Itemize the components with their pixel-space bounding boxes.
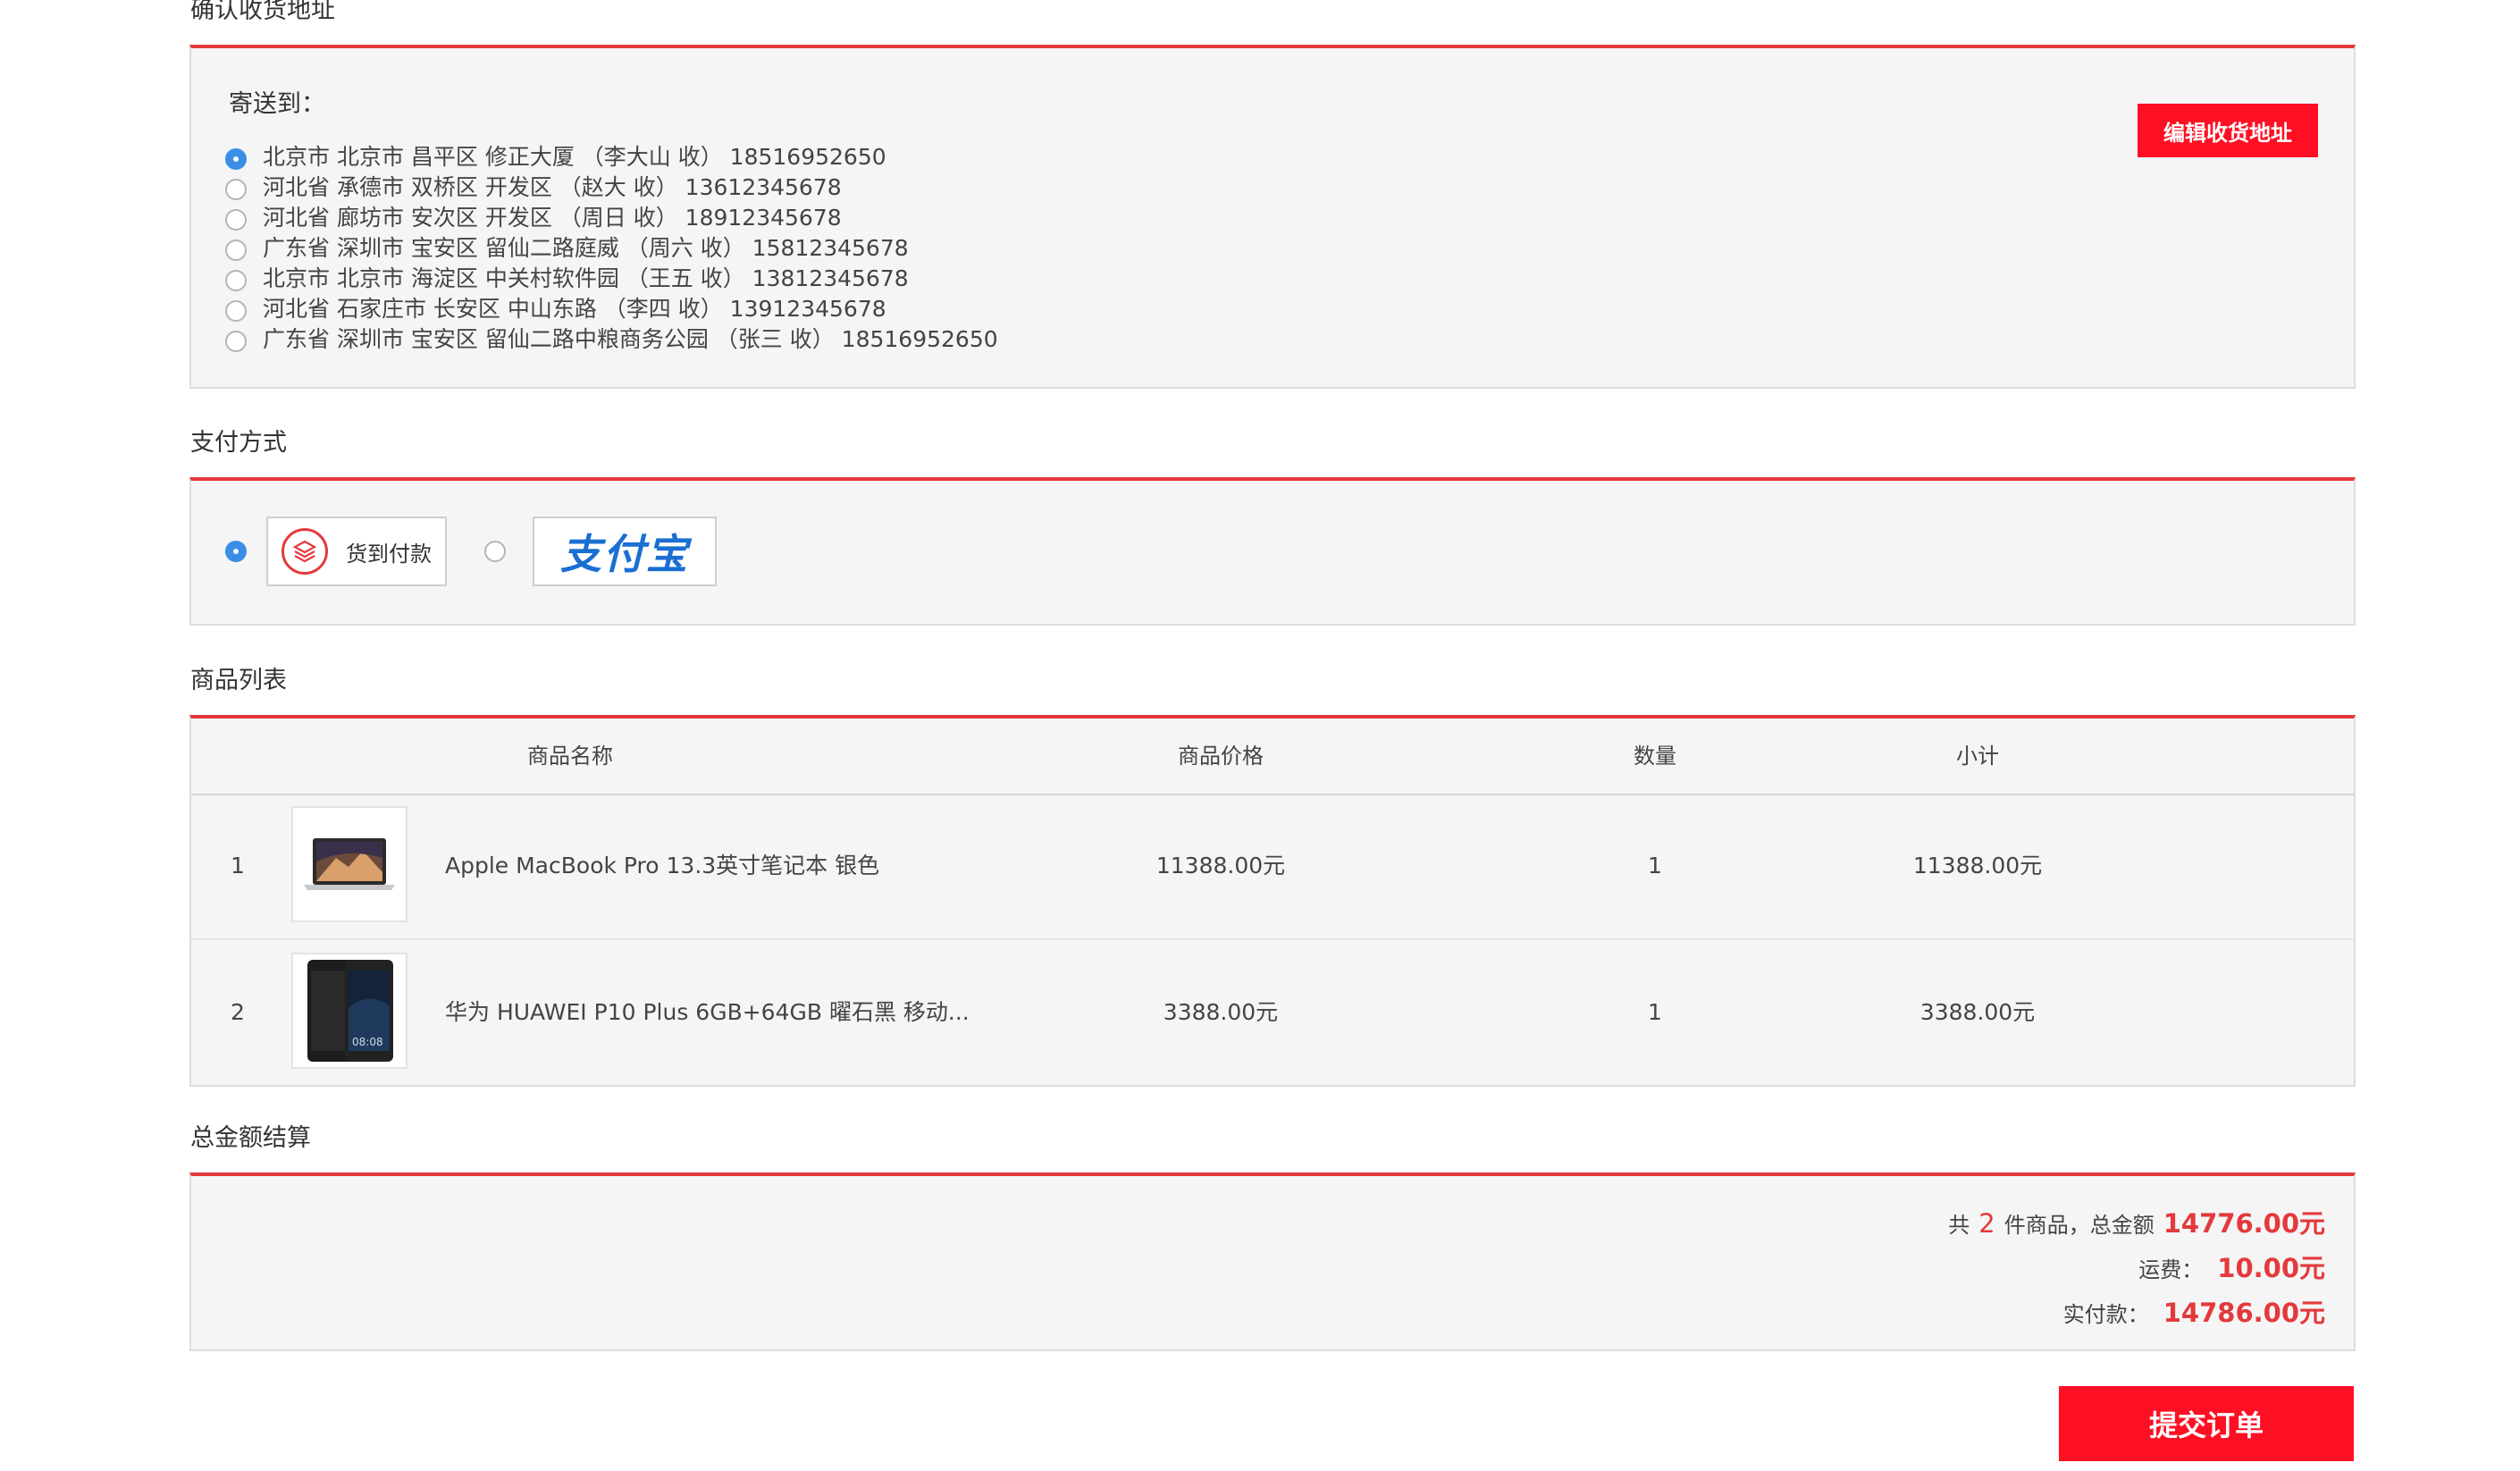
address-radio[interactable] [225, 209, 247, 231]
address-text: 河北省 承德市 双桥区 开发区 （赵大 收） 13612345678 [263, 174, 842, 200]
pay-total-label: 实付款： [2062, 1302, 2149, 1327]
cod-box[interactable]: 货到付款 [266, 517, 447, 586]
address-radio[interactable] [225, 240, 247, 261]
products-panel: 商品名称 商品价格 数量 小计 1 Apple MacBook Pro 13.3… [189, 715, 2356, 1087]
payment-panel: 货到付款 支付宝 [189, 477, 2356, 626]
product-subtotal: 11388.00元 [1912, 853, 2043, 878]
product-subtotal: 3388.00元 [1919, 999, 2036, 1025]
address-radio[interactable] [225, 179, 247, 200]
address-text: 北京市 北京市 昌平区 修正大厦 （李大山 收） 18516952650 [263, 144, 886, 170]
table-row: 2 08:08 华为 HUAWEI P10 Plus 6GB+64GB 曜石黑 … [191, 940, 2354, 1085]
product-qty: 1 [1648, 853, 1662, 878]
svg-text:08:08: 08:08 [352, 1036, 383, 1048]
address-option[interactable]: 河北省 承德市 双桥区 开发区 （赵大 收） 13612345678 [225, 171, 998, 201]
address-option[interactable]: 北京市 北京市 海淀区 中关村软件园 （王五 收） 13812345678 [225, 262, 998, 292]
product-price: 11388.00元 [1155, 853, 1286, 878]
cod-radio[interactable] [225, 541, 247, 562]
product-name[interactable]: Apple MacBook Pro 13.3英寸笔记本 银色 [445, 794, 879, 938]
shipping-amount: 10.00元 [2217, 1253, 2325, 1283]
address-text: 广东省 深圳市 宝安区 留仙二路中粮商务公园 （张三 收） 1851695265… [263, 326, 998, 352]
row-index: 1 [231, 853, 245, 878]
edit-address-button[interactable]: 编辑收货地址 [2138, 104, 2318, 157]
laptop-image[interactable] [291, 806, 407, 922]
header-name: 商品名称 [527, 744, 613, 769]
send-to-label: 寄送到： [229, 90, 325, 118]
address-list: 北京市 北京市 昌平区 修正大厦 （李大山 收） 18516952650 河北省 … [225, 140, 998, 353]
address-option[interactable]: 广东省 深圳市 宝安区 留仙二路庭威 （周六 收） 15812345678 [225, 231, 998, 262]
shipping-label: 运费： [2138, 1257, 2204, 1282]
row-index: 2 [231, 999, 245, 1025]
payment-option-cod[interactable]: 货到付款 [225, 517, 447, 586]
item-count: 2 [1978, 1208, 1995, 1239]
alipay-logo: 支付宝 [560, 530, 689, 578]
products-section-title: 商品列表 [190, 667, 287, 694]
product-qty: 1 [1648, 999, 1662, 1025]
address-text: 河北省 廊坊市 安次区 开发区 （周日 收） 18912345678 [263, 205, 842, 231]
address-text: 广东省 深圳市 宝安区 留仙二路庭威 （周六 收） 15812345678 [263, 235, 909, 261]
count-prefix: 共 [1948, 1213, 1970, 1238]
address-radio[interactable] [225, 270, 247, 291]
pay-total-line: 实付款： 14786.00元 [2063, 1292, 2325, 1330]
table-header: 商品名称 商品价格 数量 小计 [191, 719, 2354, 795]
payment-option-alipay[interactable]: 支付宝 [484, 517, 717, 586]
address-text: 河北省 石家庄市 长安区 中山东路 （李四 收） 13912345678 [263, 296, 886, 322]
product-name[interactable]: 华为 HUAWEI P10 Plus 6GB+64GB 曜石黑 移动... [445, 940, 970, 1085]
header-subtotal: 小计 [1956, 744, 1999, 769]
count-suffix: 件商品，总金额 [2003, 1213, 2155, 1238]
address-radio[interactable] [225, 300, 247, 322]
product-price: 3388.00元 [1163, 999, 1279, 1025]
total-amount: 14776.00元 [2163, 1208, 2325, 1239]
address-option[interactable]: 广东省 深圳市 宝安区 留仙二路中粮商务公园 （张三 收） 1851695265… [225, 323, 998, 353]
table-row: 1 Apple MacBook Pro 13.3英寸笔记本 银色 11388.0… [191, 794, 2354, 940]
address-radio[interactable] [225, 331, 247, 352]
summary-panel: 共 2 件商品，总金额 14776.00元 运费： 10.00元 实付款： 14… [189, 1173, 2356, 1351]
pay-total-amount: 14786.00元 [2163, 1298, 2325, 1328]
phone-image[interactable]: 08:08 [291, 953, 407, 1069]
shipping-line: 运费： 10.00元 [2138, 1248, 2325, 1285]
address-option[interactable]: 北京市 北京市 昌平区 修正大厦 （李大山 收） 18516952650 [225, 140, 998, 171]
address-option[interactable]: 河北省 廊坊市 安次区 开发区 （周日 收） 18912345678 [225, 201, 998, 231]
summary-section-title: 总金额结算 [190, 1124, 311, 1152]
cod-label: 货到付款 [346, 541, 432, 567]
cod-icon [281, 528, 328, 575]
payment-section-title: 支付方式 [190, 429, 287, 457]
alipay-box[interactable]: 支付宝 [533, 517, 717, 586]
address-text: 北京市 北京市 海淀区 中关村软件园 （王五 收） 13812345678 [263, 265, 909, 291]
address-radio[interactable] [225, 148, 247, 170]
header-price: 商品价格 [1178, 744, 1264, 769]
submit-order-button[interactable]: 提交订单 [2059, 1386, 2354, 1461]
item-count-line: 共 2 件商品，总金额 14776.00元 [1948, 1203, 2325, 1240]
address-panel: 寄送到： 编辑收货地址 北京市 北京市 昌平区 修正大厦 （李大山 收） 185… [189, 45, 2356, 389]
header-qty: 数量 [1634, 744, 1676, 769]
address-section-title: 确认收货地址 [190, 0, 335, 24]
address-option[interactable]: 河北省 石家庄市 长安区 中山东路 （李四 收） 13912345678 [225, 292, 998, 323]
alipay-radio[interactable] [484, 541, 506, 562]
